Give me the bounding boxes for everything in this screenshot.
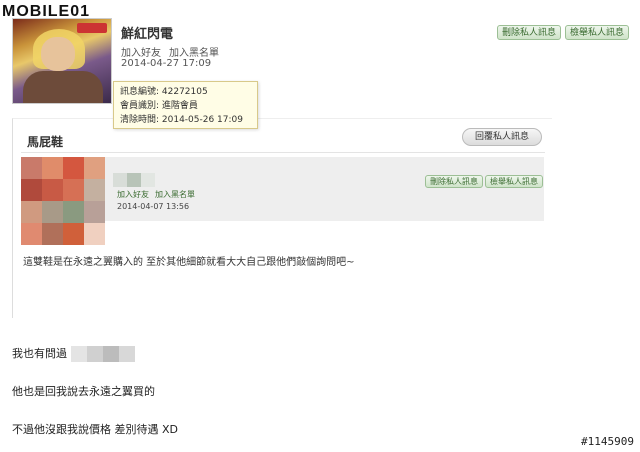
reply-line-1-text: 我也有問過: [12, 347, 67, 360]
quoted-add-blacklist-link[interactable]: 加入黑名單: [155, 190, 195, 199]
avatar-pixel: [63, 157, 84, 179]
blurred-sender-name: [113, 173, 155, 187]
avatar-pixel: [84, 179, 105, 201]
blur-cell: [70, 346, 87, 362]
avatar-pixel: [84, 223, 105, 245]
reply-line-1: 我也有問過: [12, 345, 135, 362]
avatar-pixel: [84, 157, 105, 179]
avatar-pixel: [42, 157, 63, 179]
tooltip-msg-id: 訊息編號: 42272105: [120, 87, 208, 97]
avatar-pixel: [63, 223, 84, 245]
message-date: 2014-04-27 17:09: [121, 58, 212, 69]
sender-avatar[interactable]: [12, 18, 112, 104]
blur-cell: [118, 346, 135, 362]
reply-line-3: 不過他沒跟我說價格 差別待遇 XD: [12, 423, 178, 436]
sender-name[interactable]: 鮮紅閃電: [121, 23, 173, 42]
avatar-badge: [77, 23, 107, 33]
avatar-pixel: [21, 201, 42, 223]
avatar-face: [41, 37, 75, 71]
avatar-pixel: [84, 201, 105, 223]
blur-cell: [86, 346, 103, 362]
blur-cell: [102, 346, 119, 362]
avatar-pixel: [21, 223, 42, 245]
blur-cell: [127, 173, 141, 187]
tooltip-member: 會員識別: 進階會員: [120, 101, 198, 111]
blur-cell: [141, 173, 155, 187]
quoted-message-date: 2014-04-07 13:56: [117, 202, 190, 211]
quoted-report-button[interactable]: 檢舉私人訊息: [485, 175, 543, 188]
avatar-pixel: [63, 179, 84, 201]
sender-links: 加入好友 加入黑名單: [121, 44, 227, 59]
blurred-avatar: [21, 157, 105, 245]
tooltip-clear-time: 清除時間: 2014-05-26 17:09: [120, 115, 243, 125]
quoted-message-panel: 馬屁鞋 回覆私人訊息 加入好友 加入黑名單 2014-04-07 13:56 刪除…: [12, 118, 552, 318]
quoted-message-body: 這雙鞋是在永遠之翼購入的 至於其他細節就看大大自己跟他們敲個詢問吧~: [23, 257, 355, 268]
message-header: 鮮紅閃電 加入好友 加入黑名單 2014-04-27 17:09 刪除私人訊息 檢…: [0, 0, 640, 110]
avatar-pixel: [21, 157, 42, 179]
quoted-message-box: 加入好友 加入黑名單 2014-04-07 13:56 刪除私人訊息 檢舉私人訊息: [21, 157, 544, 245]
panel-title: 馬屁鞋: [27, 135, 64, 149]
quoted-delete-button[interactable]: 刪除私人訊息: [425, 175, 483, 188]
quoted-add-friend-link[interactable]: 加入好友: [117, 190, 149, 199]
avatar-armor: [23, 71, 103, 103]
avatar-pixel: [63, 201, 84, 223]
report-message-button[interactable]: 檢舉私人訊息: [565, 25, 630, 40]
blur-cell: [113, 173, 127, 187]
reply-message-button[interactable]: 回覆私人訊息: [462, 128, 542, 146]
quoted-sender-links: 加入好友 加入黑名單: [117, 189, 201, 200]
reply-line-2: 他也是回我說去永遠之翼買的: [12, 385, 155, 398]
avatar-pixel: [42, 201, 63, 223]
message-info-tooltip: 訊息編號: 42272105 會員識別: 進階會員 清除時間: 2014-05-…: [113, 81, 258, 129]
avatar-pixel: [42, 179, 63, 201]
divider: [21, 152, 545, 153]
avatar-pixel: [42, 223, 63, 245]
post-number-watermark: #1145909: [581, 435, 634, 448]
blurred-username: [70, 346, 135, 362]
avatar-pixel: [21, 179, 42, 201]
delete-message-button[interactable]: 刪除私人訊息: [497, 25, 562, 40]
